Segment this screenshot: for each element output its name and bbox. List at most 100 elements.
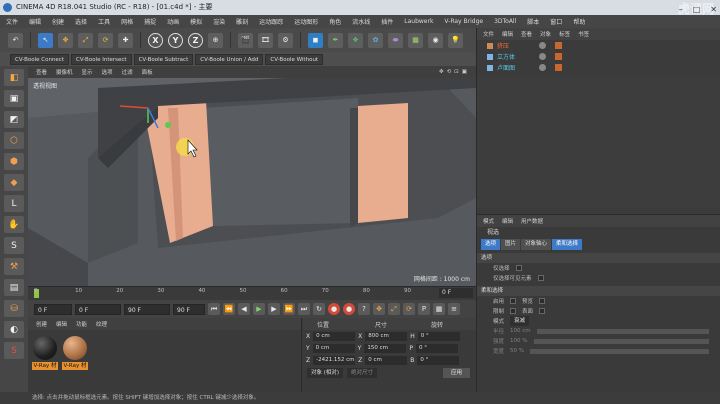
viewport-navigation-icons[interactable]: ✥⟲⊡▣ (439, 69, 470, 75)
x-axis-lock-button[interactable]: X (148, 32, 163, 48)
menu-item[interactable]: 帮助 (573, 17, 585, 26)
menu-item[interactable]: 脚本 (527, 17, 539, 26)
previous-key-button[interactable]: ⏪ (223, 303, 235, 315)
menu-item[interactable]: 文件 (6, 17, 18, 26)
snap-button[interactable]: S (4, 237, 24, 254)
soft-slider[interactable] (530, 348, 709, 354)
texture-mode-button[interactable]: ◩ (4, 111, 24, 128)
attr-menu-edit[interactable]: 编辑 (502, 217, 513, 225)
visibility-dot-icon[interactable] (539, 53, 546, 60)
rotation-key-button[interactable]: ⟳ (403, 303, 415, 315)
menu-item[interactable]: 动画 (167, 17, 179, 26)
size-x-field[interactable]: 800 cm (365, 331, 408, 341)
start-frame-field[interactable]: 0 F (34, 303, 72, 315)
scale-key-button[interactable]: ⤢ (388, 303, 400, 315)
render-view-button[interactable]: 🎬 (238, 32, 253, 48)
material-tag-icon[interactable] (555, 64, 562, 71)
menu-item[interactable]: 工具 (98, 17, 110, 26)
end-frame-field[interactable]: 90 F (124, 303, 170, 315)
soft-slider[interactable] (536, 328, 709, 334)
planar-workplane-button[interactable]: ⛁ (4, 300, 24, 317)
menu-item[interactable]: 流水线 (352, 17, 370, 26)
deformer-button[interactable]: ⬬ (388, 32, 403, 48)
option-checkbox[interactable] (537, 275, 544, 281)
tweak-mode-button[interactable]: ✋ (4, 216, 24, 233)
soft-value[interactable]: 50 % (510, 348, 524, 354)
viewport-menu-view[interactable]: 查看 (36, 68, 47, 76)
undo-button[interactable]: ↶ (8, 32, 23, 48)
soft-checkbox[interactable] (539, 308, 546, 314)
timeline-menu-button[interactable]: ≡ (448, 303, 460, 315)
object-row[interactable]: 立方体 (477, 51, 720, 62)
next-frame-button[interactable]: ▶ (268, 303, 280, 315)
menu-item[interactable]: 渲染 (213, 17, 225, 26)
object-row[interactable]: 挤压 (477, 40, 720, 51)
timeline[interactable]: 0 F 0 10 20 30 40 50 60 70 80 90 (28, 286, 476, 300)
soft-checkbox[interactable] (539, 298, 546, 304)
object-list-empty-area[interactable] (477, 76, 720, 208)
viewport-menu-filter[interactable]: 过滤 (122, 68, 133, 76)
world-coordinates-button[interactable]: ⊕ (208, 32, 223, 48)
pla-key-button[interactable]: ▦ (433, 303, 445, 315)
param-key-button[interactable]: P (418, 303, 430, 315)
plugin-button[interactable]: CV-Boole Union / Add (195, 53, 264, 65)
plugin-button[interactable]: CV-Boole Subtract (133, 53, 194, 65)
plugin-button[interactable]: CV-Boole Without (265, 53, 324, 65)
scale-tool-button[interactable]: ⤢ (78, 32, 93, 48)
viewport-menu-options[interactable]: 选项 (102, 68, 113, 76)
soft-value[interactable]: 100 cm (510, 328, 531, 334)
menu-item[interactable]: 雕刻 (236, 17, 248, 26)
sculpt-button[interactable]: S (4, 342, 24, 359)
material-menu-create[interactable]: 创建 (36, 320, 47, 328)
material-menu-function[interactable]: 功能 (76, 320, 87, 328)
menu-item[interactable]: 捕捉 (144, 17, 156, 26)
tab-object-axis[interactable]: 对象轴心 (521, 239, 552, 250)
rotate-tool-button[interactable]: ⟳ (98, 32, 113, 48)
menu-item[interactable]: 模拟 (190, 17, 202, 26)
menu-item[interactable]: 网格 (121, 17, 133, 26)
menu-item[interactable]: 运动跟踪 (259, 17, 283, 26)
size-z-field[interactable]: 0 cm (365, 355, 408, 365)
om-menu-tags[interactable]: 标签 (559, 30, 570, 38)
soft-checkbox[interactable] (510, 298, 517, 304)
last-tool-button[interactable]: ✚ (118, 32, 133, 48)
soft-value[interactable]: 100 % (510, 338, 527, 344)
go-to-start-button[interactable]: ⏮ (208, 303, 220, 315)
record-key-button[interactable]: ● (328, 303, 340, 315)
current-frame-field[interactable]: 0 F (75, 303, 121, 315)
points-mode-button[interactable]: ⬡ (4, 132, 24, 149)
axis-mode-button[interactable]: L (4, 195, 24, 212)
render-picture-viewer-button[interactable]: 🎞 (258, 32, 273, 48)
menu-item[interactable]: 3DToAll (494, 18, 516, 25)
floor-button[interactable]: ▦ (408, 32, 423, 48)
tab-image[interactable]: 图片 (501, 239, 521, 250)
apply-button[interactable]: 应用 (442, 368, 470, 378)
edges-mode-button[interactable]: ⬢ (4, 153, 24, 170)
attr-menu-userdata[interactable]: 用户数据 (521, 217, 543, 225)
material-swatch[interactable]: V-Ray 材 (32, 336, 58, 370)
size-mode-select[interactable]: 绝对尺寸 (347, 368, 378, 378)
om-menu-edit[interactable]: 编辑 (502, 30, 513, 38)
position-z-field[interactable]: -2421.152 cm (313, 355, 356, 365)
plugin-button[interactable]: CV-Boole Connect (10, 53, 69, 65)
subdivision-button[interactable]: ❖ (348, 32, 363, 48)
menu-item[interactable]: 运动图形 (294, 17, 318, 26)
rotation-b-field[interactable]: 0 ° (417, 355, 460, 365)
next-key-button[interactable]: ⏩ (283, 303, 295, 315)
render-settings-button[interactable]: ⚙ (278, 32, 293, 48)
tab-options[interactable]: 选项 (481, 239, 501, 250)
position-y-field[interactable]: 0 cm (312, 343, 355, 353)
keyframe-selection-button[interactable]: ? (358, 303, 370, 315)
menu-item[interactable]: 角色 (329, 17, 341, 26)
visibility-dot-icon[interactable] (539, 64, 546, 71)
material-menu-texture[interactable]: 纹理 (96, 320, 107, 328)
cube-primitive-button[interactable]: ◼ (308, 32, 323, 48)
position-x-field[interactable]: 0 cm (313, 331, 356, 341)
menu-item[interactable]: Laubwerk (404, 18, 433, 25)
loop-button[interactable]: ↻ (313, 303, 325, 315)
play-button[interactable]: ▶ (253, 303, 265, 315)
menu-item[interactable]: 编辑 (29, 17, 41, 26)
rotation-p-field[interactable]: 0 ° (415, 343, 458, 353)
om-menu-view[interactable]: 查看 (521, 30, 532, 38)
go-to-end-button[interactable]: ⏭ (298, 303, 310, 315)
